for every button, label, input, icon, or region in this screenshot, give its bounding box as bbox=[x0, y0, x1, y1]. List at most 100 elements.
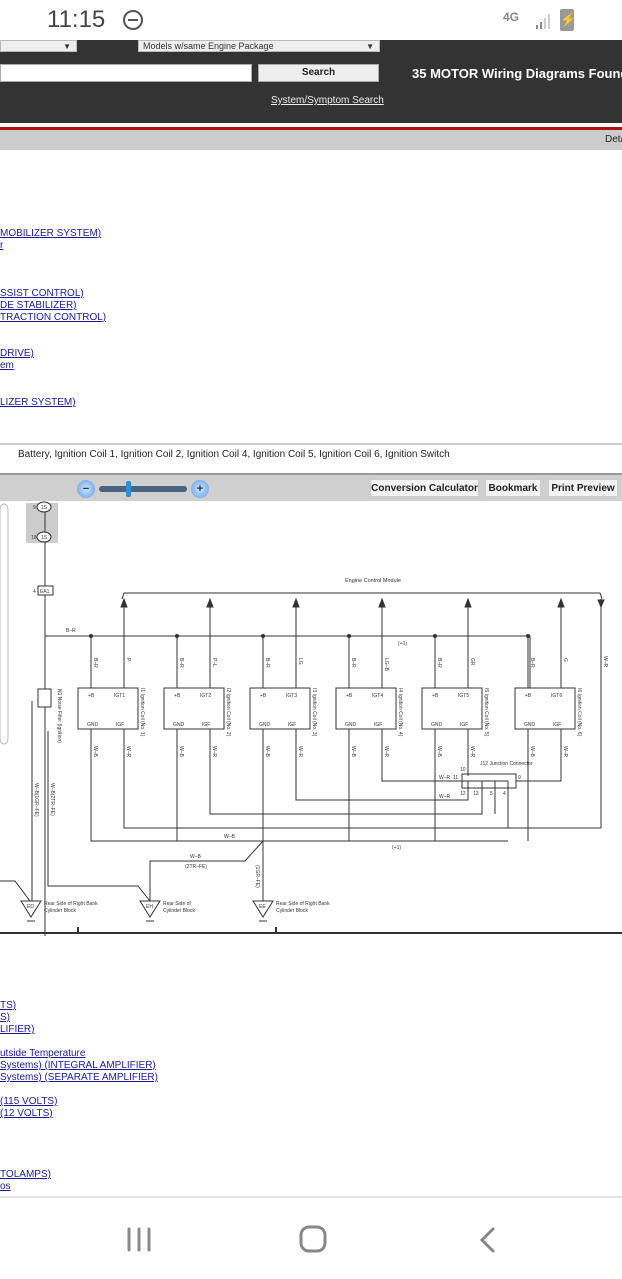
wire-label: W–R bbox=[383, 746, 389, 758]
zoom-out-icon[interactable]: − bbox=[77, 480, 95, 498]
zoom-in-icon[interactable]: + bbox=[191, 480, 209, 498]
diagram-link[interactable]: r bbox=[0, 240, 3, 251]
pin-label: 18 bbox=[31, 535, 37, 541]
ignition-coil-1: +B IGT1 GND IGF I1 Ignition Coil (No. 1) B–R P… bbox=[77, 597, 145, 841]
diagram-link[interactable]: utside Temperature bbox=[0, 1048, 85, 1059]
diagram-link[interactable]: DE STABILIZER) bbox=[0, 300, 77, 311]
diagram-link[interactable]: (12 VOLTS) bbox=[0, 1108, 53, 1119]
igt-label: IGT4 bbox=[372, 693, 383, 699]
splice-dot bbox=[175, 634, 179, 638]
wire-b-r-bus bbox=[45, 635, 531, 688]
recents-icon[interactable] bbox=[126, 1226, 154, 1254]
arrow-up-icon bbox=[292, 597, 300, 608]
ignition-coil-3: +B IGT3 GND IGF I3 Ignition Coil (No. 3) B–R L… bbox=[249, 597, 317, 841]
diagram-link[interactable]: os bbox=[0, 1181, 11, 1192]
diagram-link[interactable]: TS) bbox=[0, 1000, 16, 1011]
wire-label: W–R bbox=[211, 746, 217, 758]
coil-name: I2 Ignition Coil (No. 2) bbox=[225, 688, 231, 737]
diagram-link[interactable]: TRACTION CONTROL) bbox=[0, 312, 106, 323]
diagram-link[interactable]: TOLAMPS) bbox=[0, 1169, 51, 1180]
wiring-diagram[interactable]: 1S 9 1S 18 EA1 4 N1 Noise Filter (Igniti… bbox=[0, 501, 622, 936]
arrow-down-icon bbox=[597, 599, 605, 609]
splice-dot bbox=[261, 634, 265, 638]
wire-label: (+1) bbox=[398, 641, 407, 647]
pin-label: GND bbox=[173, 722, 185, 728]
wire-label: LG bbox=[297, 658, 303, 665]
search-input[interactable] bbox=[0, 64, 252, 82]
wire-label: W–B(2TR–FE) bbox=[49, 783, 55, 816]
results-title: 35 MOTOR Wiring Diagrams Found bbox=[412, 66, 622, 81]
home-icon[interactable] bbox=[298, 1224, 328, 1254]
system-symptom-search-link[interactable]: System/Symptom Search bbox=[271, 95, 384, 106]
do-not-disturb-icon bbox=[123, 10, 143, 30]
pin-label: 13 bbox=[473, 791, 479, 797]
arrow-up-icon bbox=[464, 597, 472, 608]
engine-package-value: Models w/same Engine Package bbox=[143, 41, 274, 51]
pin-label: 12 bbox=[460, 791, 466, 797]
pin-label: +B bbox=[88, 693, 95, 699]
pin-label: IGF bbox=[202, 722, 210, 728]
wire-label: W–R bbox=[439, 775, 451, 781]
diagram-link[interactable]: LIFIER) bbox=[0, 1024, 34, 1035]
conversion-calculator-button[interactable]: Conversion Calculator bbox=[370, 479, 479, 497]
pin-label: 11 bbox=[453, 775, 458, 781]
pin-label: GND bbox=[524, 722, 536, 728]
wire-label: W–B bbox=[350, 746, 356, 758]
connector-label: EA1 bbox=[40, 589, 50, 595]
back-icon[interactable] bbox=[478, 1226, 498, 1254]
ground-label: Cylinder Block bbox=[44, 908, 76, 914]
bookmark-button[interactable]: Bookmark bbox=[485, 479, 541, 497]
diagram-link[interactable]: LIZER SYSTEM) bbox=[0, 397, 76, 408]
ecm-bracket bbox=[121, 592, 603, 600]
ignition-coil-6: +B IGT6 GND IGF I6 Ignition Coil (No. 6) B–R G… bbox=[514, 597, 582, 841]
pin-label: IGF bbox=[553, 722, 561, 728]
wire-w-b-eh bbox=[149, 840, 264, 901]
wire-label: B–R bbox=[264, 658, 270, 668]
pin-label: IGF bbox=[374, 722, 382, 728]
android-nav-bar bbox=[0, 1196, 622, 1279]
wire-label: W–B bbox=[190, 854, 202, 860]
diagram-link[interactable]: S) bbox=[0, 1012, 10, 1023]
search-button[interactable]: Search bbox=[258, 64, 379, 82]
wire-igf bbox=[209, 729, 483, 815]
ground-label: Rear Side of Right Bank bbox=[276, 901, 330, 907]
tab-details[interactable]: Deta bbox=[605, 134, 622, 145]
ground-label: Rear Side of bbox=[163, 901, 191, 907]
diagram-link[interactable]: (115 VOLTS) bbox=[0, 1096, 57, 1107]
ground-EH: EH Rear Side ofCylinder Block bbox=[139, 900, 195, 922]
wire-igf bbox=[381, 729, 508, 782]
pin-label: 5 bbox=[490, 791, 493, 797]
wire-label: G bbox=[562, 658, 568, 662]
arrow-up-icon bbox=[206, 597, 214, 608]
igt-label: IGT6 bbox=[551, 693, 562, 699]
wire-label: W–B bbox=[529, 746, 535, 758]
model-select[interactable]: ▼ bbox=[0, 40, 77, 52]
diagram-link[interactable]: DRIVE) bbox=[0, 348, 34, 359]
pin-label: +B bbox=[174, 693, 181, 699]
wire-label: P bbox=[125, 658, 131, 662]
ground-EE: EE Rear Side of Right BankCylinder Block bbox=[252, 900, 330, 922]
wire-label: P–L bbox=[211, 658, 217, 667]
pin-label: 9 bbox=[33, 505, 36, 511]
diagram-link[interactable]: Systems) (SEPARATE AMPLIFIER) bbox=[0, 1072, 158, 1083]
wire-label: B–R bbox=[178, 658, 184, 668]
battery-charging-icon: ⚡ bbox=[560, 9, 576, 31]
diagram-link[interactable]: em bbox=[0, 360, 14, 371]
igt-label: IGT2 bbox=[200, 693, 211, 699]
wire-left-3 bbox=[0, 880, 31, 902]
diagram-link[interactable]: MOBILIZER SYSTEM) bbox=[0, 228, 101, 239]
diagram-link[interactable]: Systems) (INTEGRAL AMPLIFIER) bbox=[0, 1060, 156, 1071]
pin-label: 10 bbox=[460, 767, 466, 773]
zoom-slider[interactable] bbox=[99, 486, 187, 492]
pin-label: IGF bbox=[460, 722, 468, 728]
print-preview-button[interactable]: Print Preview bbox=[548, 479, 618, 497]
connector-label: 1S bbox=[41, 535, 48, 541]
pin-label: GND bbox=[345, 722, 357, 728]
igt-label: IGT3 bbox=[286, 693, 297, 699]
ignition-coil-5: +B IGT5 GND IGF I5 Ignition Coil (No. 5) B–R G… bbox=[421, 597, 489, 841]
zoom-slider-thumb[interactable] bbox=[126, 481, 131, 497]
side-panel bbox=[0, 503, 9, 745]
diagram-link[interactable]: SSIST CONTROL) bbox=[0, 288, 84, 299]
wire-left-2 bbox=[47, 731, 151, 902]
engine-package-select[interactable]: Models w/same Engine Package ▼ bbox=[138, 40, 380, 52]
